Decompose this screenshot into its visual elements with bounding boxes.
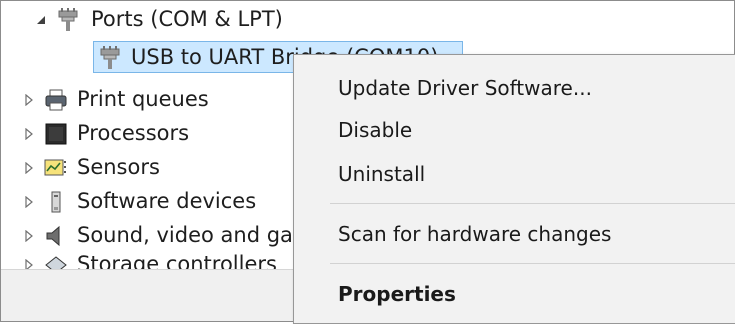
- tree-item-label: Sound, video and game controllers: [77, 223, 294, 247]
- storage-controller-icon: [43, 253, 69, 269]
- collapsed-arrow-icon[interactable]: [23, 196, 35, 208]
- menu-separator: [330, 263, 735, 264]
- printer-icon: [43, 87, 69, 113]
- tree-item-label: Processors: [77, 121, 190, 145]
- collapsed-arrow-icon[interactable]: [23, 230, 35, 242]
- tree-item-label: Sensors: [77, 155, 160, 179]
- tree-item-label: Storage controllers: [77, 252, 277, 269]
- expanded-arrow-icon[interactable]: [35, 14, 47, 26]
- context-menu: Update Driver Software... Disable Uninst…: [293, 54, 735, 324]
- port-connector-icon: [55, 7, 81, 33]
- collapsed-arrow-icon[interactable]: [23, 162, 35, 174]
- menu-separator: [330, 203, 735, 204]
- sensor-icon: [43, 155, 69, 181]
- tree-item-ports[interactable]: Ports (COM & LPT): [1, 3, 734, 37]
- tree-item-label: Print queues: [77, 87, 209, 111]
- menu-item-scan-for-hardware-changes[interactable]: Scan for hardware changes: [294, 215, 735, 253]
- tree-item-label: Ports (COM & LPT): [91, 7, 283, 31]
- tree-item-processors[interactable]: Processors: [1, 117, 294, 151]
- tree-item-software-devices[interactable]: Software devices: [1, 185, 294, 219]
- software-device-icon: [43, 189, 69, 215]
- menu-item-update-driver-software[interactable]: Update Driver Software...: [294, 69, 735, 107]
- menu-item-uninstall[interactable]: Uninstall: [294, 155, 735, 193]
- tree-item-sensors[interactable]: Sensors: [1, 151, 294, 185]
- speaker-icon: [43, 223, 69, 249]
- tree-item-label: Software devices: [77, 189, 257, 213]
- tree-item-print-queues[interactable]: Print queues: [1, 83, 294, 117]
- collapsed-arrow-icon[interactable]: [23, 259, 35, 269]
- collapsed-arrow-icon[interactable]: [23, 94, 35, 106]
- menu-item-properties[interactable]: Properties: [294, 275, 735, 313]
- port-connector-icon: [97, 45, 123, 71]
- tree-item-sound-video-game[interactable]: Sound, video and game controllers: [1, 219, 294, 253]
- tree-item-storage-controllers[interactable]: Storage controllers: [1, 251, 294, 269]
- collapsed-arrow-icon[interactable]: [23, 128, 35, 140]
- menu-item-disable[interactable]: Disable: [294, 111, 735, 149]
- processor-icon: [43, 121, 69, 147]
